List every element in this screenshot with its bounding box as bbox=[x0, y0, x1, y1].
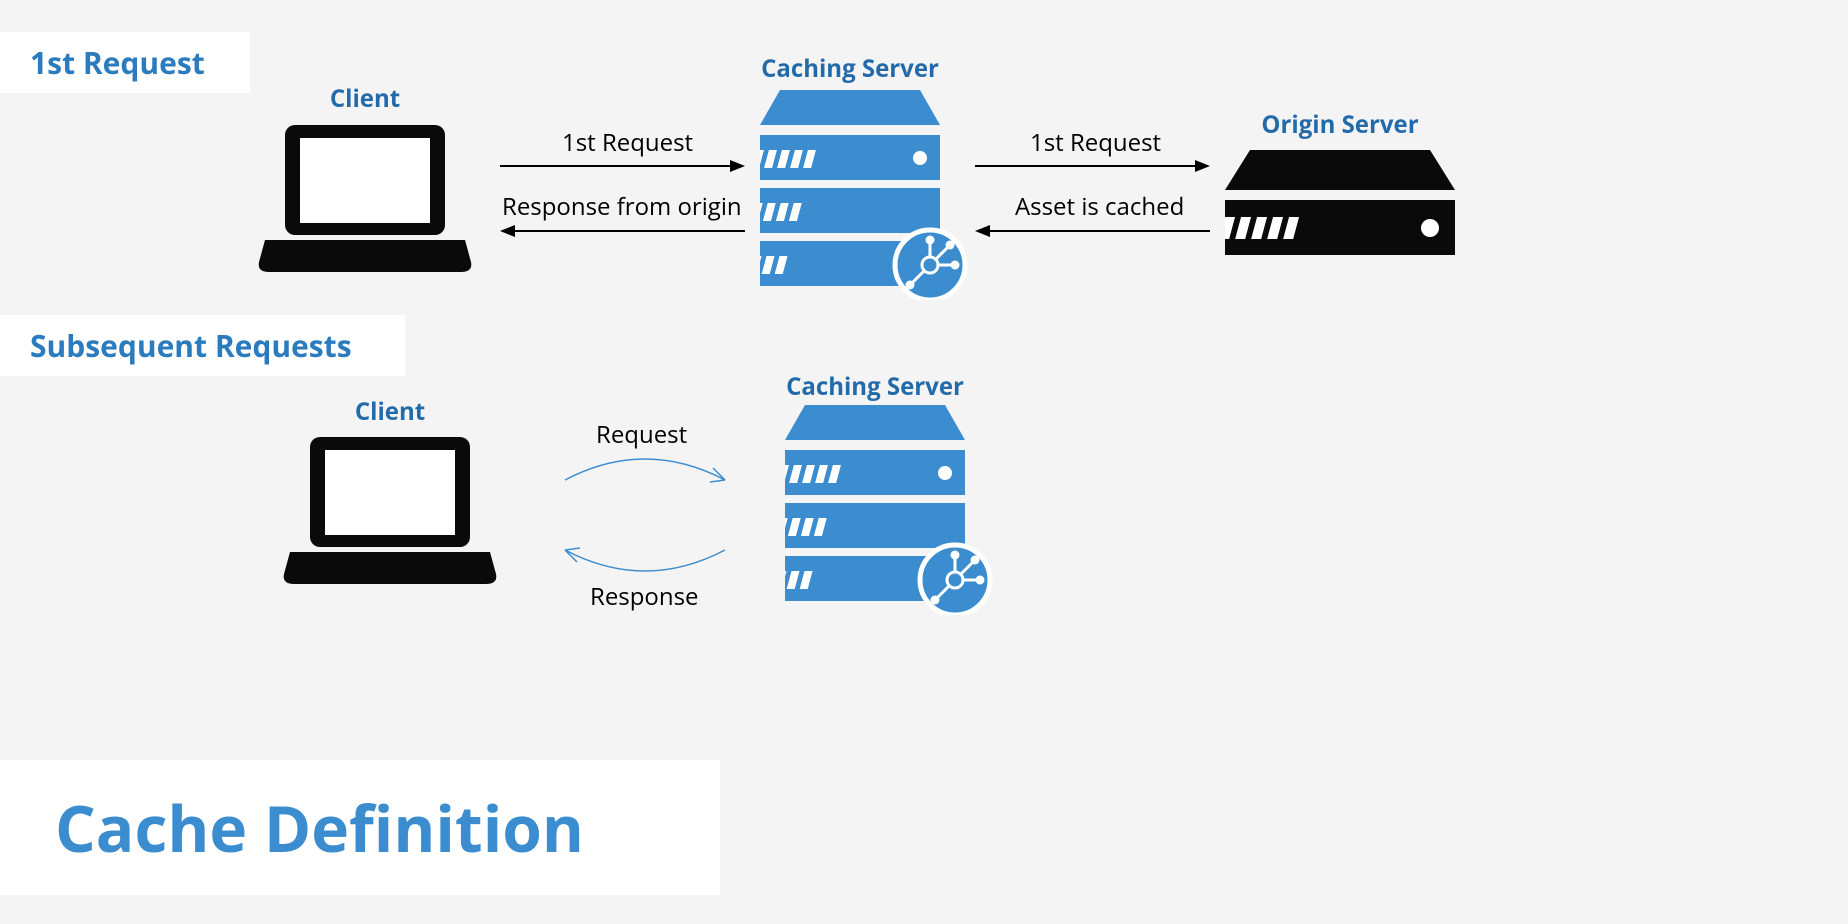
arrow-label-response: Response bbox=[590, 580, 698, 613]
server-stack-icon bbox=[760, 90, 970, 300]
caching-server-label-2: Caching Server bbox=[750, 370, 1000, 403]
arrow-label-request: Request bbox=[596, 418, 687, 451]
arrow-left-1 bbox=[500, 225, 745, 237]
origin-server-label: Origin Server bbox=[1215, 108, 1465, 141]
section-first-request-box: 1st Request bbox=[0, 32, 250, 93]
arrow-label-2b: Asset is cached bbox=[1015, 190, 1184, 223]
laptop-icon bbox=[255, 120, 475, 280]
laptop-icon bbox=[280, 432, 500, 592]
client-label-1: Client bbox=[285, 82, 445, 115]
section-subsequent-box: Subsequent Requests bbox=[0, 315, 405, 376]
client-label-2: Client bbox=[310, 395, 470, 428]
cycle-arrows-icon bbox=[545, 450, 745, 580]
arrow-label-2a: 1st Request bbox=[1030, 126, 1161, 159]
origin-server-icon bbox=[1225, 150, 1455, 260]
server-stack-icon bbox=[785, 405, 995, 615]
arrow-right-1 bbox=[500, 160, 745, 172]
main-title: Cache Definition bbox=[55, 784, 584, 871]
arrow-label-1a: 1st Request bbox=[562, 126, 693, 159]
section-subsequent-label: Subsequent Requests bbox=[30, 325, 352, 366]
section-first-request-label: 1st Request bbox=[30, 42, 205, 83]
caching-server-label-1: Caching Server bbox=[725, 52, 975, 85]
arrow-label-1b: Response from origin bbox=[502, 190, 742, 223]
arrow-right-2 bbox=[975, 160, 1210, 172]
arrow-left-2 bbox=[975, 225, 1210, 237]
title-box: Cache Definition bbox=[0, 760, 720, 895]
